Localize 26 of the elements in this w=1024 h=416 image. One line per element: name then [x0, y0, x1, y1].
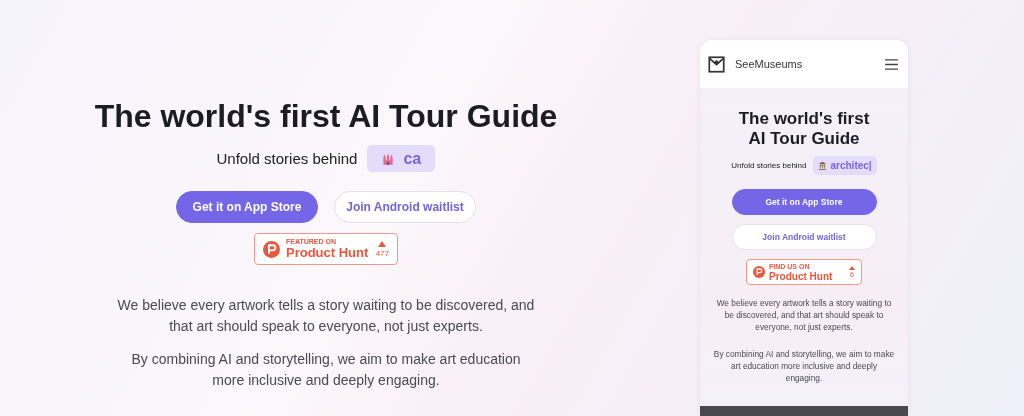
badge-title: Product Hunt [286, 245, 370, 260]
waitlist-button[interactable]: Join Android waitlist [334, 191, 476, 223]
castle-icon [381, 151, 396, 166]
headline: The world's first AI Tour Guide [737, 109, 871, 149]
headline: The world's first AI Tour Guide [94, 97, 558, 136]
app-store-button[interactable]: Get it on App Store [176, 191, 318, 223]
waitlist-button[interactable]: Join Android waitlist [731, 224, 877, 250]
menu-icon[interactable] [885, 58, 898, 70]
upvote-icon [378, 240, 387, 247]
rotating-word: architec| [812, 156, 877, 175]
description: We believe every artwork tells a story waiting to be discovered, and that art should speak to everyone, not just experts. [116, 296, 536, 336]
tagline: Unfold stories behind [216, 150, 358, 167]
description: We believe every artwork tells a story waiting to be discovered, and that art should speak to everyone, not just experts. [715, 297, 893, 333]
vote-count: 477 [375, 248, 389, 258]
columns-icon [817, 161, 827, 170]
logo-icon [708, 55, 725, 73]
app-store-button[interactable]: Get it on App Store [731, 189, 877, 215]
description: By combining AI and storytelling, we aim to make art education more inclusive and deeply engaging. [712, 348, 896, 384]
upvote-icon [849, 266, 855, 270]
badge-title: Product Hunt [769, 270, 834, 282]
product-hunt-icon [263, 240, 280, 258]
brand-name[interactable]: SeeMuseums [735, 58, 875, 70]
rotating-word: ca [367, 145, 436, 172]
description: By combining AI and storytelling, we aim to make art education more inclusive and deeply engaging. [130, 350, 522, 390]
tagline: Unfold stories behind [731, 161, 807, 170]
product-hunt-icon [753, 266, 765, 278]
